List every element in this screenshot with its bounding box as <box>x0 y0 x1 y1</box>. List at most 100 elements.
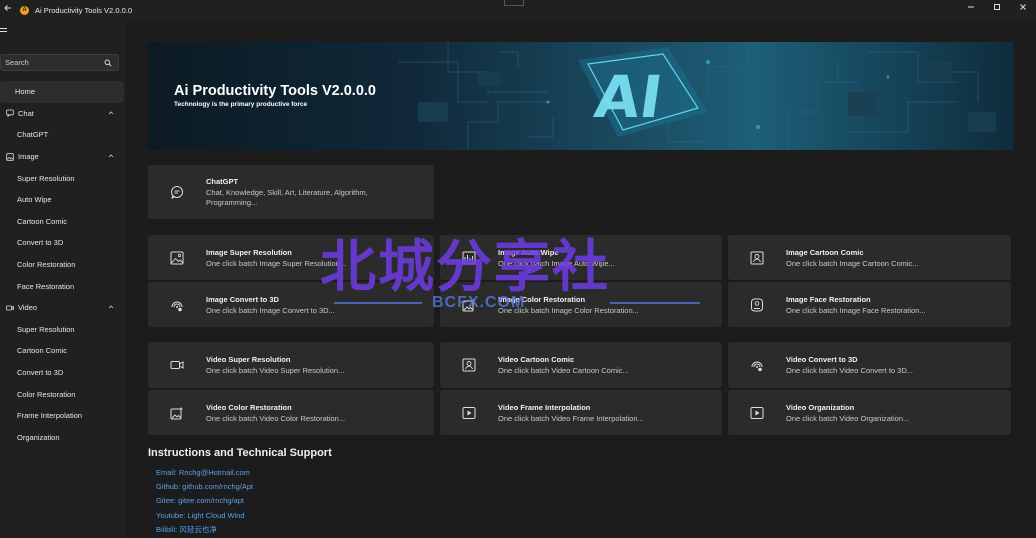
support-heading: Instructions and Technical Support <box>148 447 332 459</box>
sidebar-item-auto-wipe[interactable]: Auto Wipe <box>0 189 124 211</box>
card-description: One click batch Video Color Restoration.… <box>206 414 346 423</box>
card-description: One click batch Video Frame Interpolatio… <box>498 414 644 423</box>
card-title: Image Auto Wipe <box>498 248 559 257</box>
portrait-icon <box>462 358 476 372</box>
sidebar-item-image-color-restoration[interactable]: Color Restoration <box>0 254 124 276</box>
hamburger-menu-icon[interactable] <box>0 28 10 36</box>
sidebar-item-image-super-resolution[interactable]: Super Resolution <box>0 167 124 189</box>
card-description: One click batch Image Super Resolution..… <box>206 259 347 268</box>
banner-ai-glyph: AI <box>591 63 667 131</box>
video-cartoon-comic-card[interactable]: Video Cartoon Comic One click batch Vide… <box>440 342 722 388</box>
sidebar-item-chatgpt[interactable]: ChatGPT <box>0 124 124 146</box>
card-title: Video Color Restoration <box>206 403 292 412</box>
image-super-resolution-card[interactable]: Image Super Resolution One click batch I… <box>148 235 434 280</box>
sidebar-item-label: Image <box>18 152 39 162</box>
sidebar-item-label: Chat <box>18 108 34 118</box>
image-convert-3d-card[interactable]: Image Convert to 3D One click batch Imag… <box>148 282 434 327</box>
card-description: One click batch Image Auto Wipe... <box>498 259 615 268</box>
sidebar-item-video-convert-3d[interactable]: Convert to 3D <box>0 362 124 384</box>
video-super-resolution-card[interactable]: Video Super Resolution One click batch V… <box>148 342 434 388</box>
image-auto-wipe-card[interactable]: Image Auto Wipe One click batch Image Au… <box>440 235 722 280</box>
sidebar-item-label: Face Restoration <box>17 281 75 291</box>
card-title: Image Convert to 3D <box>206 295 279 304</box>
sidebar-nav: Home Chat ChatGPT Image Super Resolution… <box>0 81 124 448</box>
card-description: Programming... <box>206 198 258 207</box>
3d-icon <box>171 301 183 311</box>
chatgpt-card[interactable]: ChatGPT Chat, Knowledge, Skill, Art, Lit… <box>148 165 434 219</box>
chevron-up-icon[interactable] <box>107 303 115 311</box>
sidebar-item-label: Frame Interpolation <box>17 411 83 421</box>
sidebar-item-label: Convert to 3D <box>17 238 64 248</box>
maximize-icon[interactable] <box>984 0 1010 14</box>
search-icon[interactable] <box>104 59 112 67</box>
close-icon[interactable] <box>1010 0 1036 14</box>
card-title: Video Frame Interpolation <box>498 403 591 412</box>
card-description: One click batch Video Super Resolution..… <box>206 366 345 375</box>
chat-icon <box>171 186 183 199</box>
image-face-restoration-card[interactable]: Image Face Restoration One click batch I… <box>728 282 1011 327</box>
sidebar-item-label: Color Restoration <box>17 260 76 270</box>
window-controls <box>958 0 1036 14</box>
color-icon <box>462 299 475 311</box>
video-frame-interpolation-card[interactable]: Video Frame Interpolation One click batc… <box>440 390 722 435</box>
sidebar-item-video[interactable]: Video <box>0 297 124 319</box>
sidebar-item-video-cartoon-comic[interactable]: Cartoon Comic <box>0 340 124 362</box>
chevron-up-icon[interactable] <box>107 109 115 117</box>
card-title: Image Cartoon Comic <box>786 248 864 257</box>
video-organization-card[interactable]: Video Organization One click batch Video… <box>728 390 1011 435</box>
card-description: One click batch Video Organization... <box>786 414 910 423</box>
image-color-restoration-card[interactable]: Image Color Restoration One click batch … <box>440 282 722 327</box>
sidebar-item-organization[interactable]: Organization <box>0 427 124 449</box>
search-input[interactable] <box>1 58 101 67</box>
sidebar-item-label: Super Resolution <box>17 173 75 183</box>
sidebar-item-label: Organization <box>17 432 60 442</box>
sidebar-item-face-restoration[interactable]: Face Restoration <box>0 275 124 297</box>
minimize-icon[interactable] <box>958 0 984 14</box>
drag-handle[interactable] <box>504 0 524 6</box>
image-icon <box>5 152 14 161</box>
wipe-icon <box>462 251 476 264</box>
color-icon <box>170 407 183 419</box>
play-icon <box>462 406 476 419</box>
card-description: One click batch Video Cartoon Comic... <box>498 366 629 375</box>
sidebar-item-label: Super Resolution <box>17 324 75 334</box>
sidebar-item-video-super-resolution[interactable]: Super Resolution <box>0 319 124 341</box>
video-convert-3d-card[interactable]: Video Convert to 3D One click batch Vide… <box>728 342 1011 388</box>
sidebar-item-image-cartoon-comic[interactable]: Cartoon Comic <box>0 211 124 233</box>
youtube-link[interactable]: Youtube: Light Cloud Wind <box>156 509 253 523</box>
card-title: Image Face Restoration <box>786 295 871 304</box>
video-camera-icon <box>170 361 184 369</box>
face-icon <box>751 298 763 311</box>
card-description: One click batch Image Color Restoration.… <box>498 306 639 315</box>
sidebar-item-chat[interactable]: Chat <box>0 103 124 125</box>
app-logo-icon: A <box>20 5 29 15</box>
sidebar-item-label: Video <box>18 303 38 313</box>
email-link[interactable]: Email: Rnchg@Hotmail.com <box>156 466 253 480</box>
sidebar-item-image[interactable]: Image <box>0 146 124 168</box>
sidebar-item-label: Color Restoration <box>17 389 76 399</box>
3d-icon <box>751 361 763 372</box>
search-box[interactable] <box>0 54 119 71</box>
play-icon <box>750 406 764 419</box>
image-cartoon-comic-card[interactable]: Image Cartoon Comic One click batch Imag… <box>728 235 1011 280</box>
video-camera-icon <box>5 303 14 312</box>
sidebar-item-image-convert-3d[interactable]: Convert to 3D <box>0 232 124 254</box>
chevron-up-icon[interactable] <box>107 152 115 160</box>
video-color-restoration-card[interactable]: Video Color Restoration One click batch … <box>148 390 434 435</box>
gitee-link[interactable]: Gitee: gitee.com/rnchg/apt <box>156 494 253 508</box>
card-description: Chat, Knowledge, Skill, Art, Literature,… <box>206 188 368 197</box>
sidebar-item-label: Cartoon Comic <box>17 216 68 226</box>
bilibili-link[interactable]: Bilibili: 风轻云也净 <box>156 523 253 537</box>
back-arrow-icon[interactable] <box>1 3 15 17</box>
sidebar-item-label: Auto Wipe <box>17 195 52 205</box>
sidebar-item-label: Cartoon Comic <box>17 346 68 356</box>
sidebar-item-frame-interpolation[interactable]: Frame Interpolation <box>0 405 124 427</box>
card-description: One click batch Image Convert to 3D... <box>206 306 335 315</box>
sidebar-item-video-color-restoration[interactable]: Color Restoration <box>0 383 124 405</box>
card-description: One click batch Image Face Restoration..… <box>786 306 926 315</box>
github-link[interactable]: Github: github.com/rnchg/Apt <box>156 480 253 494</box>
card-title: Video Convert to 3D <box>786 355 858 364</box>
window-title: Ai Productivity Tools V2.0.0.0 <box>35 5 132 15</box>
sidebar-item-home[interactable]: Home <box>0 81 124 103</box>
portrait-icon <box>750 251 764 264</box>
